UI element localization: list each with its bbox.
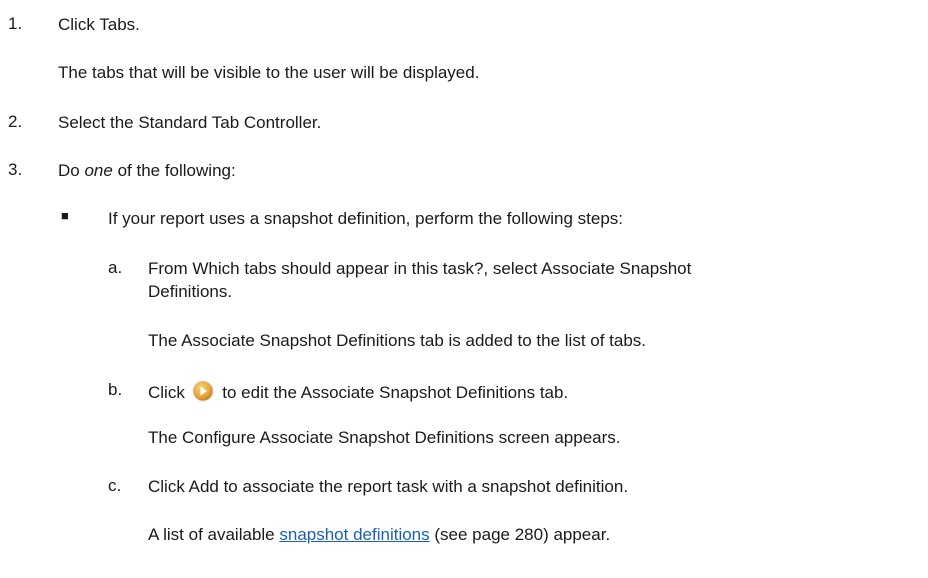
step-number: 2. xyxy=(8,112,23,131)
substep-result: The Configure Associate Snapshot Definit… xyxy=(148,428,621,447)
substep-text-part: to edit the Associate Snapshot Definitio… xyxy=(217,383,569,402)
substep-letter: b. xyxy=(108,380,123,399)
substep-result: A list of available snapshot definitions… xyxy=(148,524,610,546)
bullet-text: If your report uses a snapshot definitio… xyxy=(108,209,623,228)
snapshot-definitions-link[interactable]: snapshot definitions xyxy=(279,525,429,544)
step-text: Click Tabs. xyxy=(58,15,140,34)
step-number: 3. xyxy=(8,160,23,179)
step-number: 1. xyxy=(8,14,23,33)
step-text-part: Do xyxy=(58,161,85,180)
document-page: 1. Click Tabs. The tabs that will be vis… xyxy=(0,0,928,578)
substep-text-part: (see page 280) appear. xyxy=(429,525,611,544)
step-result: The tabs that will be visible to the use… xyxy=(58,63,480,82)
emphasis-text: one xyxy=(84,161,113,180)
bullet-square-icon: ■ xyxy=(61,208,69,223)
step-text: Select the Standard Tab Controller. xyxy=(58,113,322,132)
edit-arrow-icon[interactable] xyxy=(192,380,214,402)
substep-text: From Which tabs should appear in this ta… xyxy=(148,259,692,278)
step-text: Do one of the following: xyxy=(58,160,236,182)
substep-text: Click to edit the Associate Snapshot Def… xyxy=(148,380,568,404)
substep-text: Click Add to associate the report task w… xyxy=(148,477,629,496)
substep-letter: a. xyxy=(108,258,123,277)
substep-letter: c. xyxy=(108,476,122,495)
substep-text-part: A list of available xyxy=(148,525,280,544)
substep-result: The Associate Snapshot Definitions tab i… xyxy=(148,331,647,350)
step-text-part: of the following: xyxy=(112,161,236,180)
substep-text-continued: Definitions. xyxy=(148,282,233,301)
substep-text-part: Click xyxy=(148,383,190,402)
